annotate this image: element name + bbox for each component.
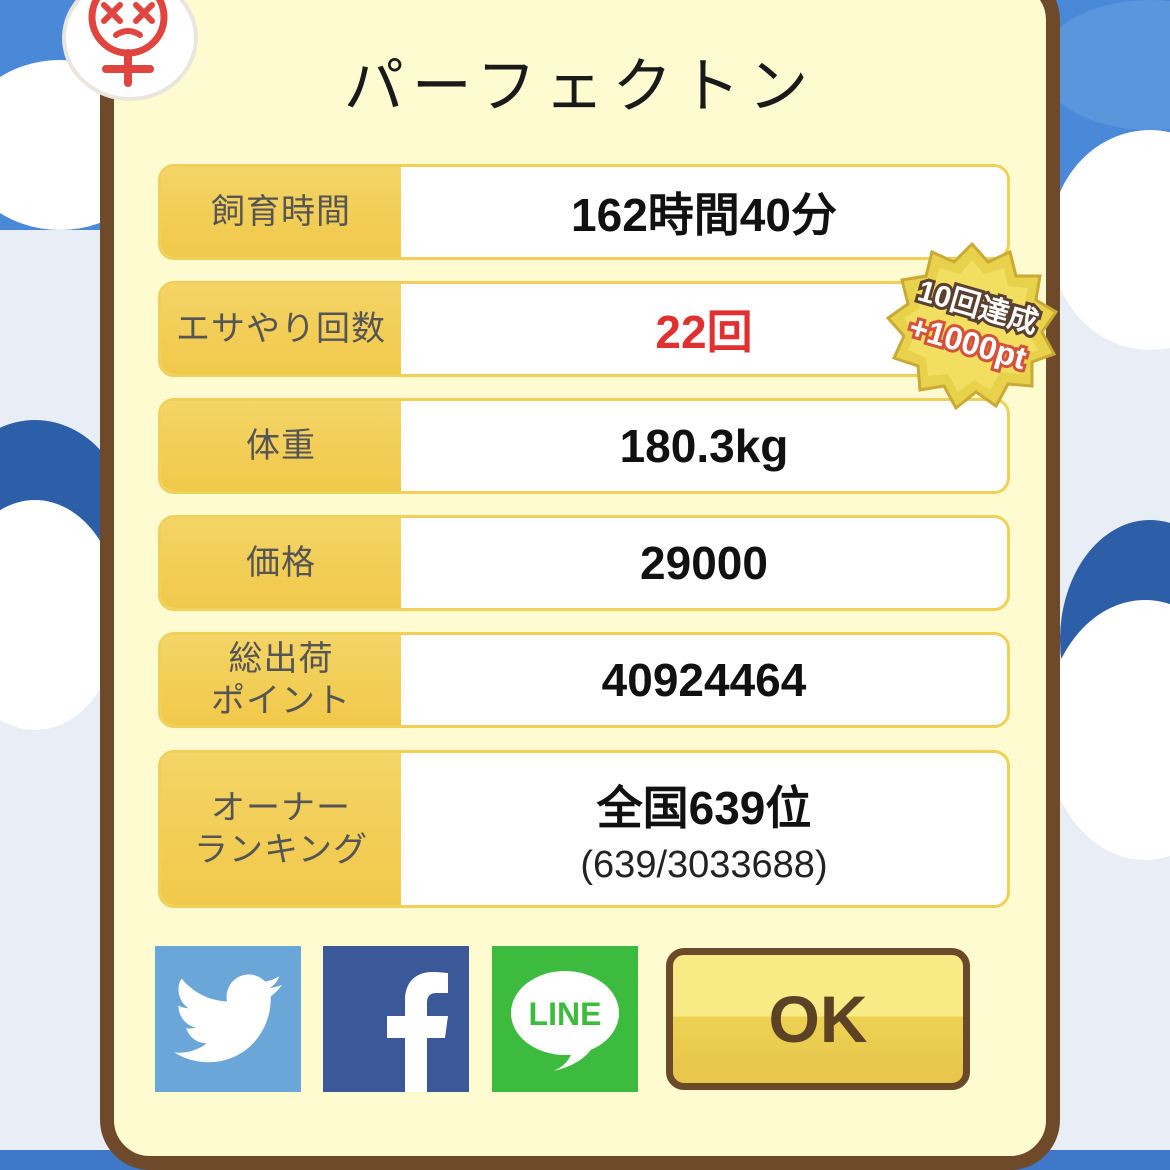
stat-label: 総出荷 ポイント [161, 635, 401, 725]
stat-label: 体重 [161, 401, 401, 491]
twitter-share-button[interactable] [155, 946, 301, 1092]
line-text: LINE [529, 996, 602, 1032]
page-title: パーフェクトン [343, 52, 817, 122]
stat-row-feeding-time: 飼育時間 162時間40分 [158, 164, 1010, 260]
ranking-value: 全国639位 [596, 781, 812, 834]
line-share-button[interactable]: LINE [492, 946, 638, 1092]
stat-label: 価格 [161, 518, 401, 608]
stat-row-price: 価格 29000 [158, 515, 1010, 611]
stat-label-line2: ポイント [211, 681, 351, 721]
achievement-seal: 10回達成 +1000pt [884, 240, 1060, 416]
stat-row-weight: 体重 180.3kg [158, 398, 1010, 494]
stat-label: オーナー ランキング [161, 753, 401, 905]
stat-label-line1: 総出荷 [228, 639, 334, 679]
ranking-detail: (639/3033688) [580, 843, 828, 886]
stat-row-shipping-points: 総出荷 ポイント 40924464 [158, 632, 1010, 728]
line-bubble-icon: LINE [511, 971, 619, 1071]
stat-value: 全国639位 (639/3033688) [401, 753, 1007, 905]
stat-label-line2: ランキング [194, 830, 368, 870]
stat-row-feed-count: エサやり回数 22回 [158, 281, 1010, 377]
ok-button[interactable]: OK [666, 948, 970, 1090]
stat-row-owner-ranking: オーナー ランキング 全国639位 (639/3033688) [158, 750, 1010, 908]
stat-label: エサやり回数 [161, 284, 401, 374]
stat-value: 29000 [640, 537, 768, 589]
facebook-share-button[interactable] [323, 946, 469, 1092]
facebook-f-icon [387, 972, 448, 1092]
twitter-bird-icon [174, 974, 282, 1063]
stat-label-line1: オーナー [210, 788, 351, 828]
stat-label: 飼育時間 [161, 167, 401, 257]
stat-value: 40924464 [601, 654, 807, 706]
